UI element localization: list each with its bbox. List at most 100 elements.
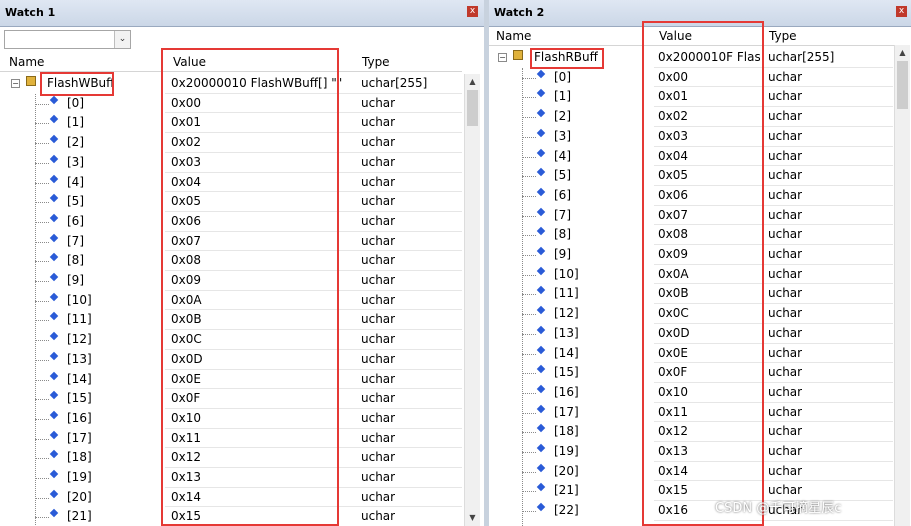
tree-connector xyxy=(35,123,49,125)
blue-diamond-icon xyxy=(49,134,59,144)
row-type: uchar xyxy=(768,266,803,281)
tree-connector xyxy=(35,340,49,342)
blue-diamond-icon xyxy=(49,115,59,124)
row-name: [7] xyxy=(554,207,571,222)
row-name: [8] xyxy=(554,227,571,242)
blue-diamond-icon xyxy=(49,371,59,380)
tree-connector xyxy=(522,333,536,335)
tree-connector xyxy=(522,255,536,256)
row-type: uchar xyxy=(768,306,803,321)
blue-diamond-icon xyxy=(536,345,546,354)
tree-connector xyxy=(522,452,536,453)
row-name: [19] xyxy=(554,444,579,458)
row-type: uchar xyxy=(361,115,396,130)
row-name: [13] xyxy=(67,351,92,366)
row-type: uchar xyxy=(361,194,396,209)
blue-diamond-icon xyxy=(536,266,546,275)
column-header-name[interactable]: Name xyxy=(9,55,44,69)
tree-connector xyxy=(35,162,49,164)
tree-connector xyxy=(35,202,49,204)
row-type: uchar[255] xyxy=(361,76,428,90)
chevron-down-icon[interactable]: ⌄ xyxy=(114,31,130,48)
blue-diamond-icon xyxy=(536,207,546,216)
blue-diamond-icon xyxy=(49,430,59,439)
row-type: uchar xyxy=(768,109,803,124)
row-name: [4] xyxy=(554,148,571,163)
row-name: [12] xyxy=(67,332,92,347)
row-type: uchar xyxy=(361,154,396,169)
blue-diamond-icon xyxy=(49,233,59,242)
scroll-down-icon[interactable]: ▼ xyxy=(465,510,480,525)
blue-diamond-icon xyxy=(536,364,546,374)
close-icon[interactable]: x xyxy=(896,6,907,17)
minus-box-icon[interactable]: − xyxy=(11,79,20,88)
tree-connector xyxy=(522,471,536,473)
column-header-name[interactable]: Name xyxy=(496,29,531,43)
row-name: [15] xyxy=(554,365,579,380)
watch2-scrollbar[interactable]: ▲ xyxy=(894,45,910,526)
tree-connector xyxy=(522,97,536,99)
blue-diamond-icon xyxy=(49,312,59,321)
row-type: uchar xyxy=(361,312,396,327)
close-icon[interactable]: x xyxy=(467,6,478,17)
blue-diamond-icon xyxy=(49,292,59,301)
row-name: [21] xyxy=(67,509,92,524)
blue-diamond-icon xyxy=(49,253,59,262)
tree-connector xyxy=(35,320,49,322)
tree-guide-line xyxy=(35,93,36,526)
tree-connector xyxy=(522,215,536,217)
row-type: uchar xyxy=(768,325,803,340)
tree-connector xyxy=(522,373,536,375)
row-name: [16] xyxy=(67,410,92,425)
row-name: [10] xyxy=(67,292,92,307)
row-type: uchar xyxy=(768,187,803,202)
row-name: [15] xyxy=(67,391,92,406)
blue-diamond-icon xyxy=(536,502,546,512)
scroll-thumb[interactable] xyxy=(897,61,908,109)
row-name: [14] xyxy=(554,345,579,360)
minus-box-icon[interactable]: − xyxy=(498,53,507,62)
tree-guide-line xyxy=(522,67,523,526)
row-type: uchar xyxy=(768,286,803,301)
scroll-up-icon[interactable]: ▲ xyxy=(895,45,910,60)
tree-connector xyxy=(522,274,536,276)
row-name: [7] xyxy=(67,233,84,248)
tree-connector xyxy=(522,432,536,434)
row-name: [12] xyxy=(554,306,579,321)
tree-connector xyxy=(35,359,49,361)
scroll-up-icon[interactable]: ▲ xyxy=(465,74,480,89)
column-header-type[interactable]: Type xyxy=(362,55,390,69)
watch1-scope-combo[interactable]: ⌄ xyxy=(4,30,131,49)
tree-connector xyxy=(522,77,536,79)
row-name: [9] xyxy=(67,273,84,287)
row-type: uchar xyxy=(768,227,803,242)
row-name: [5] xyxy=(554,168,571,183)
row-type: uchar xyxy=(361,135,396,150)
row-name: [14] xyxy=(67,371,92,386)
tree-connector xyxy=(522,176,536,178)
blue-diamond-icon xyxy=(49,331,59,341)
row-name: [16] xyxy=(554,384,579,399)
blue-diamond-icon xyxy=(49,489,59,498)
tree-connector xyxy=(522,294,536,296)
scroll-thumb[interactable] xyxy=(467,90,478,126)
tree-connector xyxy=(522,235,536,237)
blue-diamond-icon xyxy=(536,404,546,413)
blue-diamond-icon xyxy=(536,424,546,433)
blue-diamond-icon xyxy=(536,148,546,157)
row-type: uchar xyxy=(361,450,396,465)
watch1-scrollbar[interactable]: ▲ ▼ xyxy=(464,74,480,526)
row-type: uchar xyxy=(768,69,803,84)
tree-connector xyxy=(35,458,49,460)
tree-connector xyxy=(522,511,536,513)
row-type: uchar xyxy=(361,391,396,406)
column-header-type[interactable]: Type xyxy=(769,29,797,43)
blue-diamond-icon xyxy=(536,167,546,177)
row-type: uchar xyxy=(361,509,396,524)
blue-diamond-icon xyxy=(536,325,546,335)
row-name: [0] xyxy=(67,95,84,110)
tree-connector xyxy=(35,103,49,105)
row-name: [4] xyxy=(67,174,84,189)
row-name: [17] xyxy=(67,430,92,445)
row-type: uchar xyxy=(768,424,803,439)
